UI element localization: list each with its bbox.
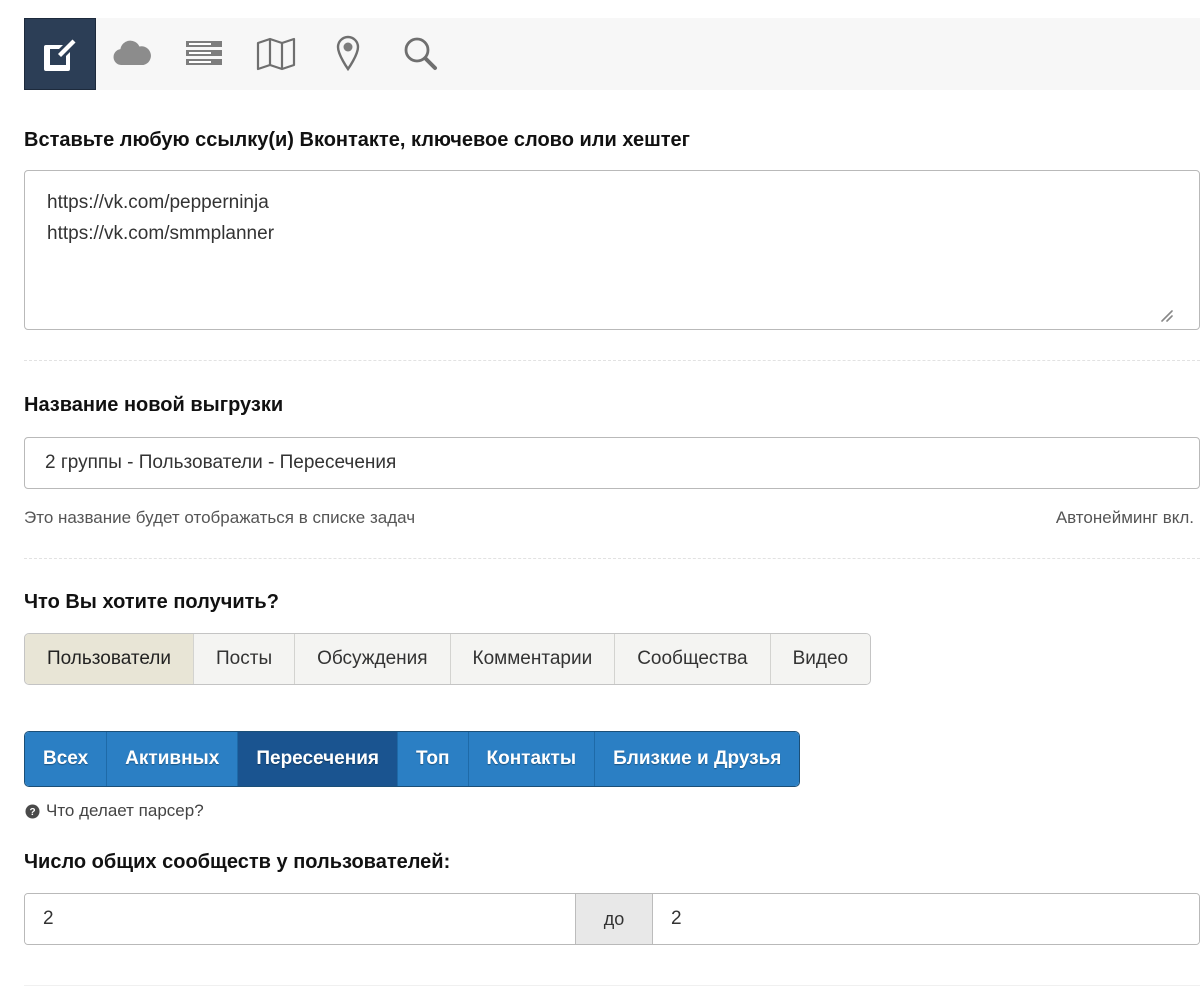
common-groups-range: до	[24, 893, 1200, 945]
edit-compose-icon	[40, 34, 80, 74]
range-separator-label: до	[575, 894, 653, 944]
target-section-label: Что Вы хотите получить?	[24, 591, 279, 614]
cloud-icon	[110, 36, 154, 72]
range-section-label: Число общих сообществ у пользователей:	[24, 851, 450, 874]
toolbar-button-search[interactable]	[384, 18, 456, 90]
links-section-label: Вставьте любую ссылку(и) Вконтакте, ключ…	[24, 129, 690, 152]
svg-text:?: ?	[29, 807, 35, 818]
autonaming-status: Автонейминг вкл.	[1056, 508, 1194, 528]
toolbar-button-map[interactable]	[240, 18, 312, 90]
question-circle-icon: ?	[25, 804, 40, 819]
search-icon	[400, 34, 440, 74]
tab-soobshchestva[interactable]: Сообщества	[615, 634, 770, 684]
content-type-tabs: Пользователи Посты Обсуждения Комментари…	[24, 633, 871, 685]
name-hint-left: Это название будет отображаться в списке…	[24, 508, 415, 528]
name-section-label: Название новой выгрузки	[24, 394, 283, 417]
tab-polzovateli[interactable]: Пользователи	[25, 634, 194, 684]
map-pin-icon	[333, 34, 363, 74]
tab-posty[interactable]: Посты	[194, 634, 295, 684]
mode-button-kontakty[interactable]: Контакты	[469, 732, 596, 786]
range-from-input[interactable]	[25, 894, 575, 944]
toolbar-button-edit-compose[interactable]	[24, 18, 96, 90]
parser-help-link[interactable]: ? Что делает парсер?	[25, 801, 204, 821]
list-lines-icon	[183, 36, 225, 72]
section-divider-1	[24, 360, 1200, 361]
toolbar-button-cloud[interactable]	[96, 18, 168, 90]
section-divider-2	[24, 558, 1200, 559]
parser-mode-buttons: Всех Активных Пересечения Топ Контакты Б…	[24, 731, 800, 787]
mode-button-blizkie-i-druzya[interactable]: Близкие и Друзья	[595, 732, 799, 786]
main-toolbar	[24, 18, 1200, 90]
mode-button-vsekh[interactable]: Всех	[25, 732, 107, 786]
tab-video[interactable]: Видео	[771, 634, 871, 684]
map-icon	[254, 35, 298, 73]
section-divider-3	[24, 985, 1200, 986]
mode-button-peresecheniya[interactable]: Пересечения	[238, 732, 398, 786]
page-root: Вставьте любую ссылку(и) Вконтакте, ключ…	[0, 0, 1200, 996]
toolbar-button-list[interactable]	[168, 18, 240, 90]
mode-button-top[interactable]: Топ	[398, 732, 469, 786]
mode-button-aktivnykh[interactable]: Активных	[107, 732, 238, 786]
parser-help-link-label: Что делает парсер?	[46, 801, 204, 821]
upload-name-input[interactable]	[24, 437, 1200, 489]
tab-kommentarii[interactable]: Комментарии	[451, 634, 616, 684]
links-textarea[interactable]: https://vk.com/pepperninja https://vk.co…	[24, 170, 1200, 330]
toolbar-button-map-pin[interactable]	[312, 18, 384, 90]
range-to-input[interactable]	[653, 894, 1199, 944]
tab-obsuzhdeniya[interactable]: Обсуждения	[295, 634, 450, 684]
